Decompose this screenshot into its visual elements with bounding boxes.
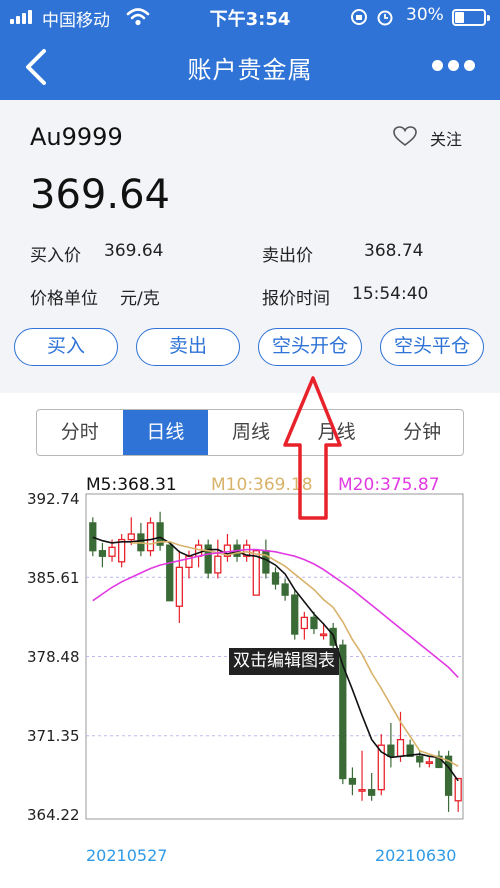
candle-body (98, 550, 107, 557)
candle-body (118, 538, 126, 563)
candle-body (416, 755, 424, 763)
candle-body (271, 572, 280, 585)
candle-body (454, 777, 462, 802)
candle-body (166, 544, 174, 602)
candle-body (348, 777, 357, 785)
candle-body (146, 522, 155, 552)
candle-body (89, 522, 97, 552)
candle-body (425, 761, 433, 765)
candle-body (387, 744, 395, 757)
candle-body (291, 594, 299, 635)
candle-body (281, 583, 289, 596)
candle-body (108, 546, 116, 557)
candle-body (214, 555, 222, 574)
candle-body (175, 566, 183, 607)
candlestick-chart[interactable] (0, 0, 500, 888)
candle-body (194, 544, 203, 557)
candle-body (358, 789, 366, 792)
candle-body (396, 738, 405, 757)
x-start-label: 20210527 (86, 846, 168, 865)
edit-chart-hint: 双击编辑图表 (229, 648, 339, 675)
candle-body (300, 616, 308, 630)
candle-body (262, 550, 270, 574)
x-end-label: 20210630 (375, 846, 457, 865)
candle-body (368, 789, 376, 796)
candle-body (319, 633, 328, 637)
candle-body (127, 533, 135, 541)
candle-body (310, 616, 318, 630)
